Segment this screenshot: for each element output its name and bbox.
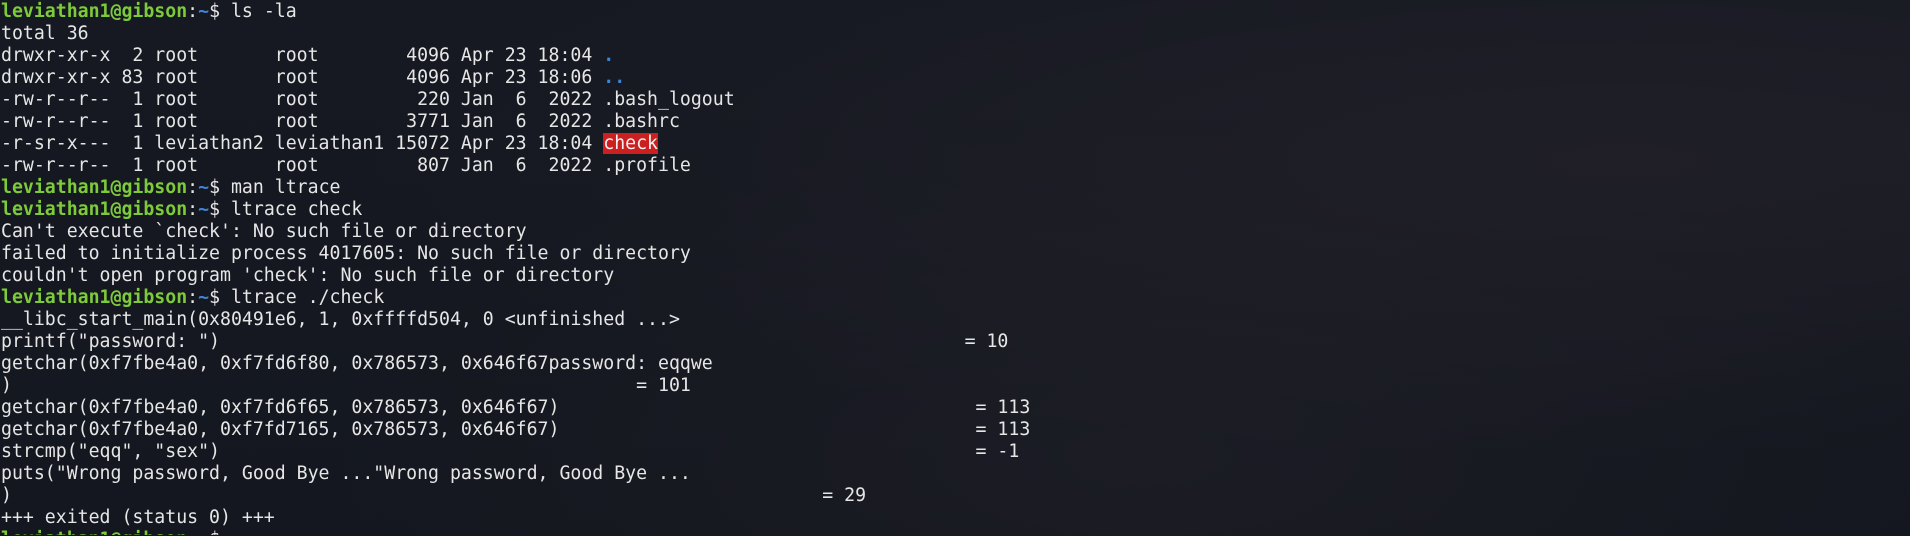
file-entry: .bash_logout <box>603 89 735 110</box>
trace-line: ) = 29 <box>1 485 867 506</box>
command-text: ltrace check <box>230 199 363 220</box>
prompt-user-host: leviathan1@gibson <box>1 529 187 535</box>
listing-row: -rw-r--r-- 1 root root 807 Jan 6 2022 .p… <box>1 155 691 176</box>
error-line: couldn't open program 'check': No such f… <box>1 265 615 286</box>
file-entry: .bashrc <box>603 111 680 132</box>
listing-row: -r-sr-x--- 1 leviathan2 leviathan1 15072… <box>1 133 658 154</box>
prompt-path: ~ <box>198 1 210 22</box>
listing-row: -rw-r--r-- 1 root root 3771 Jan 6 2022 .… <box>1 111 680 132</box>
prompt-user-host: leviathan1@gibson <box>1 199 188 220</box>
prompt-user-host: leviathan1@gibson <box>1 1 188 22</box>
prompt-path: ~ <box>198 529 209 535</box>
listing-row: drwxr-xr-x 83 root root 4096 Apr 23 18:0… <box>1 67 626 88</box>
error-line: failed to initialize process 4017605: No… <box>1 243 691 264</box>
prompt-line-partial: leviathan1@gibson:~$ <box>1 529 1906 535</box>
prompt-path: ~ <box>198 199 210 220</box>
directory-entry: . <box>603 45 615 66</box>
terminal-window[interactable]: leviathan1@gibson:~$ ls -la total 36 drw… <box>1 1 1906 535</box>
prompt-path: ~ <box>198 287 210 308</box>
file-entry: .profile <box>603 155 691 176</box>
command-text: ls -la <box>230 1 297 22</box>
listing-total: total 36 <box>1 23 89 44</box>
trace-line: ) = 101 <box>1 375 691 396</box>
prompt-path: ~ <box>198 177 210 198</box>
prompt-user-host: leviathan1@gibson <box>1 287 188 308</box>
trace-line: printf("password: ") = 10 <box>1 331 1009 352</box>
error-line: Can't execute `check': No such file or d… <box>1 221 527 242</box>
command-text: ltrace ./check <box>230 287 385 308</box>
listing-row: -rw-r--r-- 1 root root 220 Jan 6 2022 .b… <box>1 89 735 110</box>
trace-line: getchar(0xf7fbe4a0, 0xf7fd6f65, 0x786573… <box>1 397 1031 418</box>
suid-file-entry: check <box>603 133 658 154</box>
prompt-line: leviathan1@gibson:~$ ltrace ./check <box>1 287 385 308</box>
trace-line: __libc_start_main(0x80491e6, 1, 0xffffd5… <box>1 309 680 330</box>
prompt-line: leviathan1@gibson:~$ man ltrace <box>1 177 341 198</box>
directory-entry: .. <box>603 67 626 88</box>
prompt-line: leviathan1@gibson:~$ ltrace check <box>1 199 363 220</box>
command-text: man ltrace <box>230 177 341 198</box>
prompt-user-host: leviathan1@gibson <box>1 177 188 198</box>
trace-line: puts("Wrong password, Good Bye ..."Wrong… <box>1 463 691 484</box>
prompt-line: leviathan1@gibson:~$ ls -la <box>1 1 297 22</box>
trace-line: strcmp("eqq", "sex") = -1 <box>1 441 1020 462</box>
trace-line: getchar(0xf7fbe4a0, 0xf7fd7165, 0x786573… <box>1 419 1031 440</box>
trace-exit-line: +++ exited (status 0) +++ <box>1 507 275 528</box>
listing-row: drwxr-xr-x 2 root root 4096 Apr 23 18:04… <box>1 45 615 66</box>
trace-line: getchar(0xf7fbe4a0, 0xf7fd6f80, 0x786573… <box>1 353 713 374</box>
